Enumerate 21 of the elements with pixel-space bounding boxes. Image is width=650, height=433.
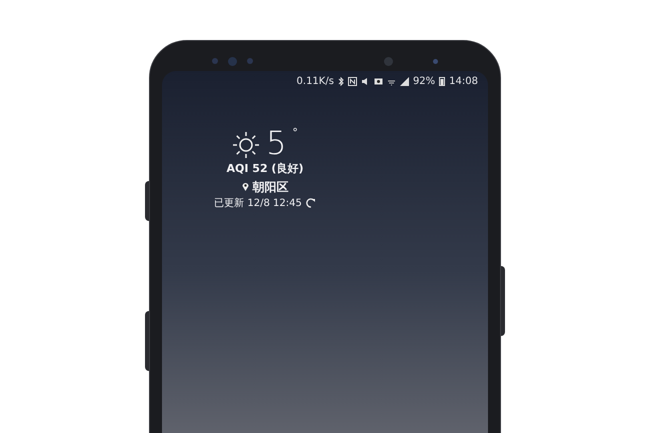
sensor-icon bbox=[212, 58, 218, 64]
sensor-icon bbox=[433, 58, 438, 64]
camera-icon bbox=[228, 56, 237, 66]
network-speed: 0.11K/s bbox=[296, 74, 334, 88]
degree-mark: ° bbox=[292, 127, 298, 138]
sensor-icon bbox=[247, 58, 253, 64]
air-quality: AQI 52 (良好) bbox=[226, 161, 304, 177]
battery-percent: 92% bbox=[412, 74, 436, 88]
bluetooth-icon bbox=[338, 76, 344, 86]
notification-icon bbox=[374, 76, 383, 86]
location: 朝阳区 bbox=[252, 178, 288, 196]
battery-icon bbox=[439, 76, 446, 86]
sun-icon bbox=[232, 131, 260, 159]
clock-time: 14:08 bbox=[449, 74, 478, 88]
nfc-icon bbox=[348, 76, 357, 86]
update-time: 已更新 12/8 12:45 bbox=[214, 196, 302, 210]
temperature: 5 bbox=[266, 127, 286, 159]
camera-icon bbox=[384, 56, 393, 66]
refresh-icon bbox=[306, 198, 316, 208]
location-pin-icon bbox=[242, 182, 248, 191]
signal-icon bbox=[400, 76, 409, 86]
